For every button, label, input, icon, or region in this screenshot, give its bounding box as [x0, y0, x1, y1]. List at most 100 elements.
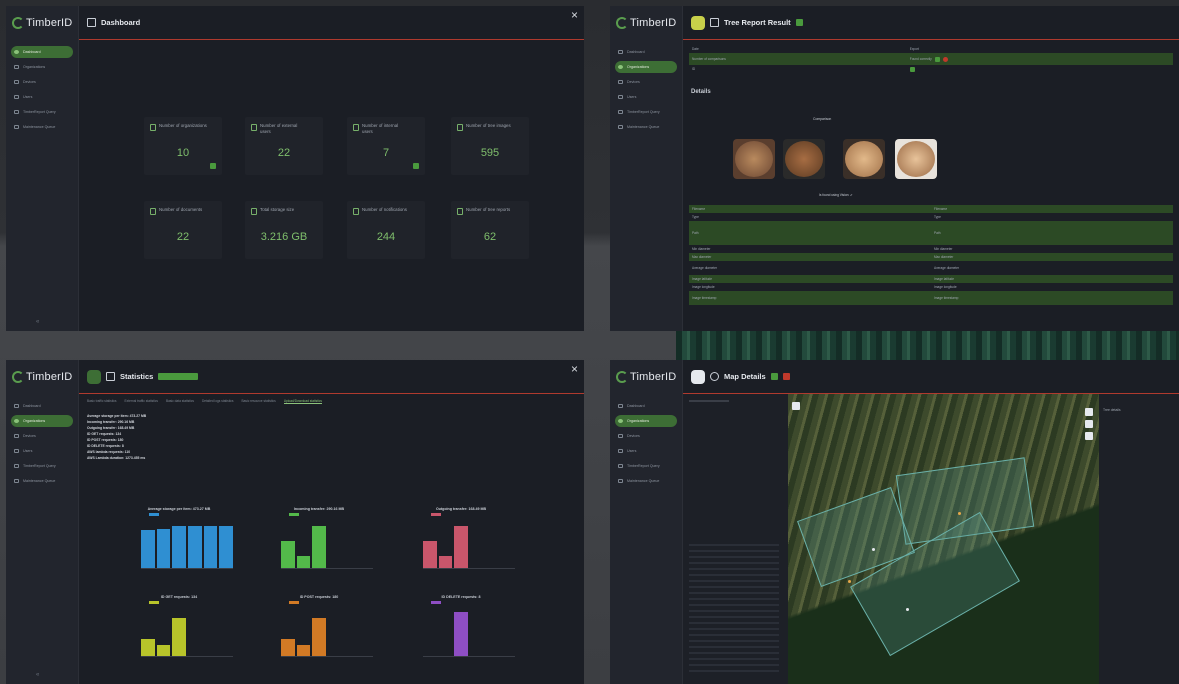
users-icon	[14, 95, 19, 99]
dashboard-window: TimberID Dashboard Organizations Devices…	[6, 6, 584, 331]
collapse-sidebar-icon[interactable]: «	[36, 672, 39, 678]
tree-image[interactable]	[783, 139, 825, 179]
tree-marker[interactable]	[906, 608, 909, 611]
tree-marker[interactable]	[872, 548, 875, 551]
sidebar-item-label: Maintenance Queue	[23, 125, 56, 129]
sidebar-item-dashboard[interactable]: Dashboard	[615, 46, 677, 58]
chart-legend	[431, 601, 441, 604]
tab-basic-data[interactable]: Basic data statistics	[166, 399, 194, 404]
sidebar-item-dashboard[interactable]: Dashboard	[615, 400, 677, 412]
sidebar-item-organizations[interactable]: Organizations	[615, 415, 677, 427]
sidebar-item-users[interactable]: Users	[615, 445, 677, 457]
statistics-chart: ID POST requests: 180	[259, 595, 379, 681]
chart-bar	[188, 525, 202, 568]
tree-stump-image	[897, 141, 935, 177]
sidebar-item-devices[interactable]: Devices	[11, 430, 73, 442]
chart-title: ID GET requests: 134	[160, 595, 198, 599]
stat-label: Number of tree reports	[466, 207, 511, 212]
open-button[interactable]	[210, 163, 216, 169]
sidebar-item-query[interactable]: TimberReport Query	[615, 106, 677, 118]
sidebar-item-label: Dashboard	[23, 50, 41, 54]
table-row: Min diameter Min diameter	[689, 245, 1173, 253]
chart-bars	[141, 519, 234, 569]
sidebar-item-devices[interactable]: Devices	[615, 430, 677, 442]
sidebar-item-users[interactable]: Users	[615, 91, 677, 103]
tab-basic-traffic[interactable]: Basic traffic statistics	[87, 399, 117, 404]
statistics-summary: Average storage per item: 473.27 MB Inco…	[87, 413, 146, 461]
sidebar-item-organizations[interactable]: Organizations	[11, 61, 73, 73]
stat-card: Number of internal users 7	[347, 117, 425, 175]
zoom-in-button[interactable]	[1085, 408, 1093, 416]
document-icon	[150, 208, 156, 215]
sidebar-item-label: Dashboard	[23, 404, 41, 408]
sidebar-item-label: TimberReport Query	[627, 464, 660, 468]
table-row: Type Type	[689, 213, 1173, 221]
tree-marker[interactable]	[958, 512, 961, 515]
sidebar-item-devices[interactable]: Devices	[11, 76, 73, 88]
sidebar-item-label: Dashboard	[627, 404, 645, 408]
copy-button[interactable]	[909, 66, 915, 72]
sidebar-item-users[interactable]: Users	[11, 445, 73, 457]
sidebar-item-query[interactable]: TimberReport Query	[615, 460, 677, 472]
sidebar-item-queue[interactable]: Maintenance Queue	[11, 121, 73, 133]
logo-text: TimberID	[26, 371, 73, 383]
map-home-button[interactable]	[792, 402, 800, 410]
row-key: Number of comparisons	[692, 57, 726, 61]
chart-bar	[172, 526, 187, 568]
queue-icon	[618, 125, 623, 129]
sidebar-item-dashboard[interactable]: Dashboard	[11, 400, 73, 412]
sidebar-item-organizations[interactable]: Organizations	[615, 61, 677, 73]
zoom-out-button[interactable]	[1085, 420, 1093, 428]
row-key: Image timestamp	[692, 296, 717, 300]
sidebar-item-query[interactable]: TimberReport Query	[11, 460, 73, 472]
tree-image[interactable]	[843, 139, 885, 179]
image-icon	[457, 124, 463, 131]
chart-title: Incoming transfer: 290.16 MB	[293, 507, 345, 511]
collapse-sidebar-icon[interactable]: «	[36, 319, 39, 325]
tab-external-traffic[interactable]: External traffic statistics	[125, 399, 158, 404]
row-key: Path	[692, 231, 699, 235]
report-icon	[457, 208, 463, 215]
dashboard-icon	[87, 18, 96, 27]
query-icon	[14, 464, 19, 468]
chart-bar	[156, 645, 171, 656]
tree-marker[interactable]	[848, 580, 851, 583]
chart-bar	[423, 541, 437, 568]
sidebar-item-organizations[interactable]: Organizations	[11, 415, 73, 427]
edit-button[interactable]	[770, 373, 778, 380]
sidebar-item-label: Devices	[627, 80, 640, 84]
tab-upload-download[interactable]: Upload/Download statistics	[283, 399, 322, 404]
tree-list[interactable]	[689, 544, 779, 674]
sidebar-item-queue[interactable]: Maintenance Queue	[615, 475, 677, 487]
sidebar-item-queue[interactable]: Maintenance Queue	[11, 475, 73, 487]
export-button[interactable]	[795, 19, 803, 26]
sidebar-item-query[interactable]: TimberReport Query	[11, 106, 73, 118]
chart-bar	[156, 528, 171, 568]
query-icon	[618, 110, 623, 114]
stat-card: Number of external users 22	[245, 117, 323, 175]
queue-icon	[14, 125, 19, 129]
reject-button[interactable]	[942, 56, 948, 62]
sidebar-item-users[interactable]: Users	[11, 91, 73, 103]
fullscreen-button[interactable]	[1085, 432, 1093, 440]
tab-basic-resource[interactable]: Basic resource statistics	[242, 399, 276, 404]
sidebar-item-queue[interactable]: Maintenance Queue	[615, 121, 677, 133]
chart-bars	[423, 519, 515, 569]
delete-button[interactable]	[782, 373, 790, 380]
tab-detailed-logs[interactable]: Detailed logs statistics	[202, 399, 234, 404]
tree-image[interactable]	[733, 139, 775, 179]
chart-bar	[203, 525, 218, 568]
avatar	[691, 15, 705, 30]
sidebar-item-dashboard[interactable]: Dashboard	[11, 46, 73, 58]
background-forest-strip	[676, 330, 1179, 364]
sidebar-item-label: TimberReport Query	[627, 110, 660, 114]
chart-bar	[172, 617, 187, 656]
close-icon[interactable]: ×	[571, 8, 578, 22]
chart-bar	[296, 555, 311, 568]
open-button[interactable]	[413, 163, 419, 169]
confirm-button[interactable]	[934, 56, 940, 62]
map-view[interactable]	[788, 394, 1099, 684]
sidebar-item-devices[interactable]: Devices	[615, 76, 677, 88]
tree-image[interactable]	[895, 139, 937, 179]
close-icon[interactable]: ×	[571, 362, 578, 376]
